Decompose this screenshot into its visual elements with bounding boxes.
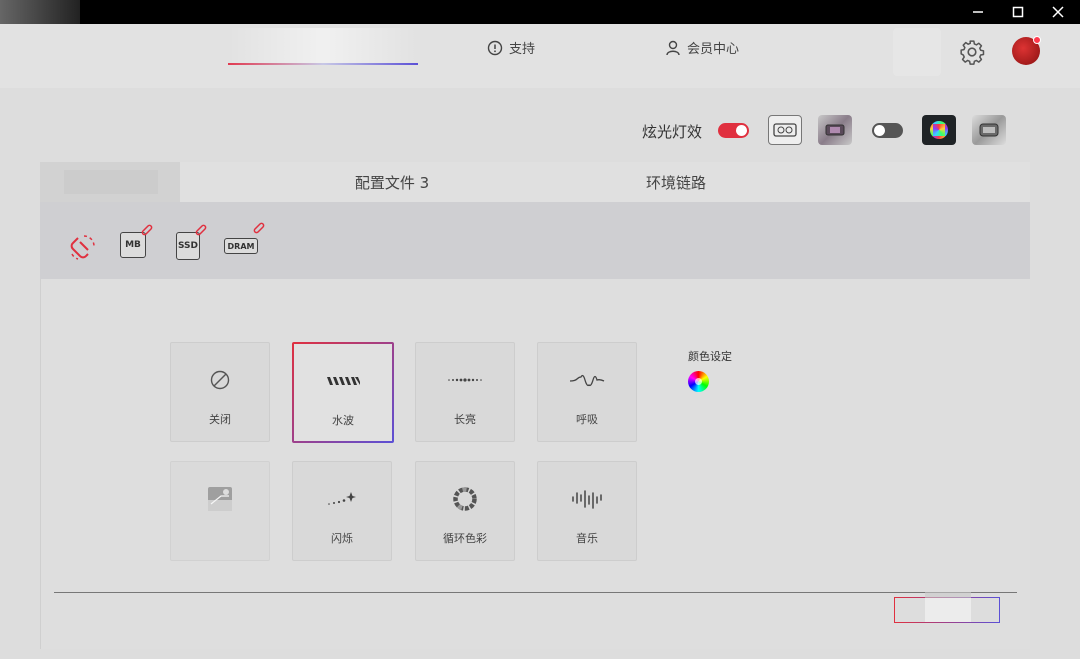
profile-tabs: 配置文件 3 环境链路 xyxy=(40,162,1030,202)
off-icon xyxy=(210,370,230,390)
link-all-button[interactable] xyxy=(68,232,98,266)
nav-active-underline xyxy=(228,63,418,65)
app-title-blurred xyxy=(0,0,80,24)
close-icon xyxy=(1052,6,1064,18)
wave-icon xyxy=(327,377,360,385)
link-clip-icon xyxy=(195,224,207,236)
app-header: 支持 会员中心 xyxy=(0,24,1080,88)
device-rgb-fan-icon[interactable] xyxy=(922,115,956,145)
mode-off-label: 关闭 xyxy=(209,413,231,426)
color-cycle-icon xyxy=(453,487,477,511)
mode-color-cycle-label: 循环色彩 xyxy=(443,532,487,545)
maximize-icon xyxy=(1012,6,1024,18)
tab-ambient-link[interactable]: 环境链路 xyxy=(574,162,778,202)
secondary-lighting-toggle[interactable] xyxy=(872,123,903,138)
mode-breathing-label: 呼吸 xyxy=(576,413,598,426)
ssd-icon: SSD xyxy=(176,232,200,260)
mode-wave-label: 水波 xyxy=(332,414,354,427)
avatar[interactable] xyxy=(1012,36,1041,65)
tab-ambient-link-label: 环境链路 xyxy=(645,173,706,192)
mode-custom[interactable] xyxy=(170,461,270,561)
gear-icon[interactable] xyxy=(959,39,985,65)
support-icon xyxy=(487,40,503,55)
footer-divider xyxy=(54,592,1017,593)
custom-icon xyxy=(208,487,232,511)
title-bar xyxy=(0,0,1080,24)
mode-breathing[interactable]: 呼吸 xyxy=(537,342,637,442)
mode-flash-label: 闪烁 xyxy=(331,532,353,545)
mode-music[interactable]: 音乐 xyxy=(537,461,637,561)
device-case-icon[interactable] xyxy=(972,115,1006,145)
link-clip-icon xyxy=(141,224,153,236)
breathing-icon xyxy=(569,374,605,387)
color-setting-label: 颜色设定 xyxy=(688,350,732,363)
mode-off[interactable]: 关闭 xyxy=(170,342,270,442)
close-button[interactable] xyxy=(1038,0,1078,24)
mode-color-cycle[interactable]: 循环色彩 xyxy=(415,461,515,561)
nav-item-member-center[interactable]: 会员中心 xyxy=(665,38,739,57)
maximize-button[interactable] xyxy=(998,0,1038,24)
nav-item-support[interactable]: 支持 xyxy=(487,38,535,57)
dram-icon: DRAM xyxy=(224,238,258,254)
device-dram-button[interactable]: DRAM xyxy=(224,222,265,254)
nav-item-member-label: 会员中心 xyxy=(687,42,740,57)
apply-button[interactable] xyxy=(894,592,1000,623)
tab-profile-3-label: 配置文件 3 xyxy=(354,173,430,192)
flash-icon xyxy=(328,492,356,505)
lighting-effect-label: 炫光灯效 xyxy=(642,123,703,141)
mode-wave[interactable]: 水波 xyxy=(292,342,394,443)
tab-profile-3[interactable]: 配置文件 3 xyxy=(290,162,494,202)
blurred-region xyxy=(893,28,941,76)
mode-static[interactable]: 长亮 xyxy=(415,342,515,442)
minimize-button[interactable] xyxy=(958,0,998,24)
mode-static-label: 长亮 xyxy=(454,413,476,426)
music-icon xyxy=(572,490,602,509)
tab-profile-active[interactable] xyxy=(40,162,180,202)
mode-flash[interactable]: 闪烁 xyxy=(292,461,392,561)
device-mb-button[interactable]: MB xyxy=(120,224,153,258)
user-icon xyxy=(666,40,680,55)
hardware-toolbar: MB SSD DRAM xyxy=(40,202,1030,279)
device-gpu-icon[interactable] xyxy=(768,115,802,145)
nav-item-support-label: 支持 xyxy=(509,42,536,57)
color-wheel-icon[interactable] xyxy=(688,371,709,392)
device-ssd-button[interactable]: SSD xyxy=(176,224,207,260)
static-icon xyxy=(448,378,482,382)
link-clip-icon xyxy=(253,222,265,234)
minimize-icon xyxy=(973,11,983,13)
nav-item-active[interactable] xyxy=(228,28,418,64)
notification-dot xyxy=(1033,36,1041,44)
device-motherboard-icon[interactable] xyxy=(818,115,852,145)
mode-music-label: 音乐 xyxy=(576,532,598,545)
lighting-effect-toggle[interactable] xyxy=(718,123,749,138)
link-icon xyxy=(70,235,95,260)
